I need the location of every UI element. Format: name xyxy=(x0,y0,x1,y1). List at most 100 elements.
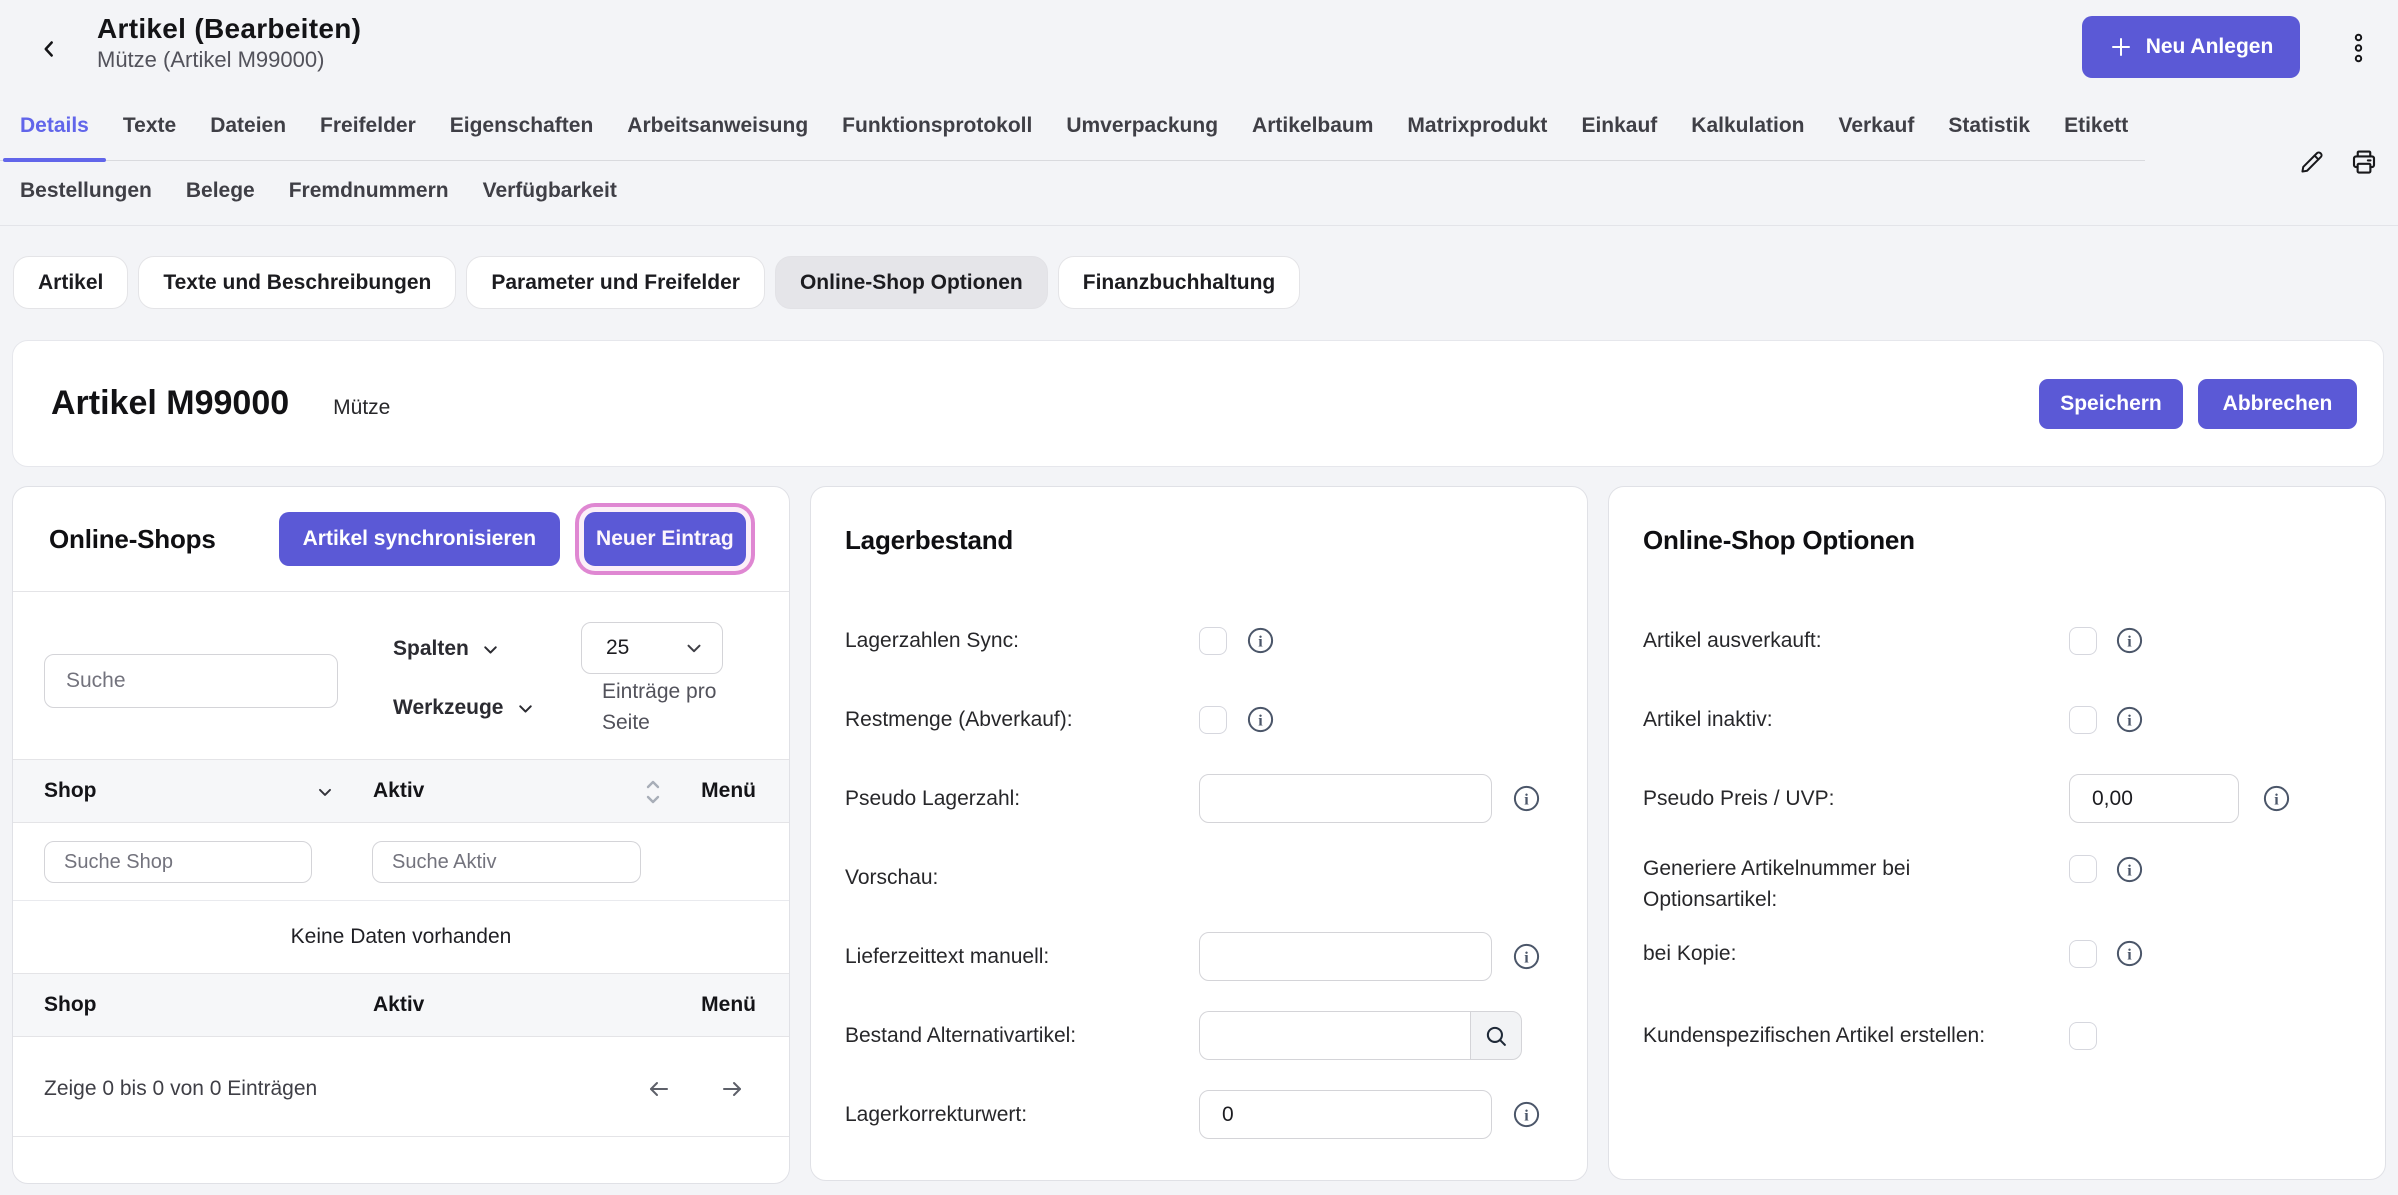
kundenspezifisch-checkbox[interactable] xyxy=(2069,1022,2097,1050)
tab-arbeitsanweisung[interactable]: Arbeitsanweisung xyxy=(610,96,825,160)
info-icon[interactable]: i xyxy=(1247,706,1274,733)
svg-text:i: i xyxy=(1524,1107,1529,1124)
info-icon[interactable]: i xyxy=(2263,785,2290,812)
tab-funktionsprotokoll[interactable]: Funktionsprotokoll xyxy=(825,96,1049,160)
bei-kopie-checkbox[interactable] xyxy=(2069,940,2097,968)
column-header-menu: Menü xyxy=(701,760,756,822)
content-panels: Online-Shops Artikel synchronisieren Neu… xyxy=(12,486,2386,1184)
generiere-artikelnummer-checkbox[interactable] xyxy=(2069,855,2097,883)
tabs-area: Details Texte Dateien Freifelder Eigensc… xyxy=(0,96,2398,226)
tab-belege[interactable]: Belege xyxy=(169,179,272,203)
tools-dropdown-label: Werkzeuge xyxy=(393,696,504,720)
info-icon[interactable]: i xyxy=(2116,627,2143,654)
more-options-button[interactable] xyxy=(2338,26,2378,70)
shops-table-filters xyxy=(13,823,789,900)
back-button[interactable] xyxy=(32,32,66,66)
tab-freifelder[interactable]: Freifelder xyxy=(303,96,433,160)
filter-aktiv-input[interactable] xyxy=(372,841,641,883)
restmenge-checkbox[interactable] xyxy=(1199,706,1227,734)
info-icon[interactable]: i xyxy=(1513,1101,1540,1128)
pill-artikel[interactable]: Artikel xyxy=(13,256,128,309)
tools-dropdown[interactable]: Werkzeuge xyxy=(393,696,536,720)
chevron-down-icon xyxy=(480,639,501,660)
info-icon[interactable]: i xyxy=(1513,943,1540,970)
tab-matrixprodukt[interactable]: Matrixprodukt xyxy=(1390,96,1564,160)
next-page-button[interactable] xyxy=(715,1075,749,1103)
form-row-generiere-artikelnummer: Generiere Artikelnummer bei Optionsartik… xyxy=(1643,853,2351,915)
article-name: Mütze xyxy=(333,387,390,420)
table-empty-message: Keine Daten vorhanden xyxy=(13,900,789,973)
new-item-label: Neu Anlegen xyxy=(2146,35,2274,59)
svg-text:i: i xyxy=(1524,949,1529,966)
tab-fremdnummern[interactable]: Fremdnummern xyxy=(272,179,466,203)
bestand-alternativ-input[interactable] xyxy=(1199,1011,1470,1060)
tab-verkauf[interactable]: Verkauf xyxy=(1821,96,1931,160)
svg-text:i: i xyxy=(2127,862,2132,879)
lagerzahlen-sync-checkbox[interactable] xyxy=(1199,627,1227,655)
pill-parameter-und-freifelder[interactable]: Parameter und Freifelder xyxy=(466,256,765,309)
save-button[interactable]: Speichern xyxy=(2039,379,2183,429)
magnifier-icon xyxy=(1483,1023,1509,1049)
form-row-lagerzahlen-sync: Lagerzahlen Sync: i xyxy=(845,616,1553,665)
lieferzeittext-input[interactable] xyxy=(1199,932,1492,981)
footer-column-menu: Menü xyxy=(701,974,756,1036)
edit-button[interactable] xyxy=(2297,147,2327,177)
tab-details[interactable]: Details xyxy=(3,96,106,160)
svg-text:i: i xyxy=(2127,946,2132,963)
column-header-aktiv[interactable]: Aktiv xyxy=(373,760,424,822)
article-search-button[interactable] xyxy=(1470,1011,1522,1060)
sync-articles-button[interactable]: Artikel synchronisieren xyxy=(279,512,560,566)
page-title: Artikel (Bearbeiten) xyxy=(97,14,361,43)
info-icon[interactable]: i xyxy=(1247,627,1274,654)
info-icon[interactable]: i xyxy=(2116,940,2143,967)
lagerkorrektur-input[interactable] xyxy=(1199,1090,1492,1139)
info-icon[interactable]: i xyxy=(2116,706,2143,733)
topbar: Artikel (Bearbeiten) Mütze (Artikel M990… xyxy=(0,0,2398,96)
tab-einkauf[interactable]: Einkauf xyxy=(1564,96,1674,160)
info-icon[interactable]: i xyxy=(1513,785,1540,812)
tab-etikett[interactable]: Etikett xyxy=(2047,96,2145,160)
previous-page-button[interactable] xyxy=(642,1075,676,1103)
field-label: Kundenspezifischen Artikel erstellen: xyxy=(1643,1020,2069,1051)
new-item-button[interactable]: Neu Anlegen xyxy=(2082,16,2300,78)
shops-table-footer-header: Shop Aktiv Menü xyxy=(13,973,789,1037)
column-header-shop[interactable]: Shop xyxy=(44,760,97,822)
tab-bestellungen[interactable]: Bestellungen xyxy=(3,179,169,203)
field-label: Artikel ausverkauft: xyxy=(1643,625,2069,656)
info-icon[interactable]: i xyxy=(2116,856,2143,883)
pseudo-lagerzahl-input[interactable] xyxy=(1199,774,1492,823)
search-input[interactable] xyxy=(44,654,338,708)
ausverkauft-checkbox[interactable] xyxy=(2069,627,2097,655)
inaktiv-checkbox[interactable] xyxy=(2069,706,2097,734)
sort-icon[interactable] xyxy=(644,776,662,808)
pill-texte-und-beschreibungen[interactable]: Texte und Beschreibungen xyxy=(138,256,456,309)
article-card-actions: Speichern Abbrechen xyxy=(2039,379,2357,429)
field-label: Lagerkorrekturwert: xyxy=(845,1099,1199,1130)
tab-kalkulation[interactable]: Kalkulation xyxy=(1674,96,1821,160)
columns-dropdown[interactable]: Spalten xyxy=(393,637,501,661)
page-size-select[interactable]: 25 xyxy=(581,622,723,674)
tab-eigenschaften[interactable]: Eigenschaften xyxy=(433,96,611,160)
filter-shop-input[interactable] xyxy=(44,841,312,883)
tab-texte[interactable]: Texte xyxy=(106,96,193,160)
tab-dateien[interactable]: Dateien xyxy=(193,96,303,160)
chevron-down-icon[interactable] xyxy=(315,782,335,802)
svg-text:i: i xyxy=(1258,712,1263,729)
online-shops-panel: Online-Shops Artikel synchronisieren Neu… xyxy=(12,486,790,1184)
pseudo-preis-input[interactable] xyxy=(2069,774,2239,823)
field-label: Artikel inaktiv: xyxy=(1643,704,2069,735)
form-row-restmenge: Restmenge (Abverkauf): i xyxy=(845,695,1553,744)
plus-icon xyxy=(2109,35,2133,59)
form-row-pseudo-preis: Pseudo Preis / UVP: i xyxy=(1643,774,2351,823)
stock-panel-rows: Lagerzahlen Sync: i Restmenge (Abverkauf… xyxy=(845,616,1553,1139)
form-row-vorschau: Vorschau: xyxy=(845,853,1553,902)
cancel-button[interactable]: Abbrechen xyxy=(2198,379,2357,429)
tab-verfuegbarkeit[interactable]: Verfügbarkeit xyxy=(466,179,634,203)
print-button[interactable] xyxy=(2349,147,2379,177)
pill-online-shop-optionen[interactable]: Online-Shop Optionen xyxy=(775,256,1048,309)
tab-statistik[interactable]: Statistik xyxy=(1931,96,2047,160)
pill-finanzbuchhaltung[interactable]: Finanzbuchhaltung xyxy=(1058,256,1300,309)
tab-umverpackung[interactable]: Umverpackung xyxy=(1049,96,1235,160)
tab-artikelbaum[interactable]: Artikelbaum xyxy=(1235,96,1390,160)
new-entry-button[interactable]: Neuer Eintrag xyxy=(584,512,746,566)
